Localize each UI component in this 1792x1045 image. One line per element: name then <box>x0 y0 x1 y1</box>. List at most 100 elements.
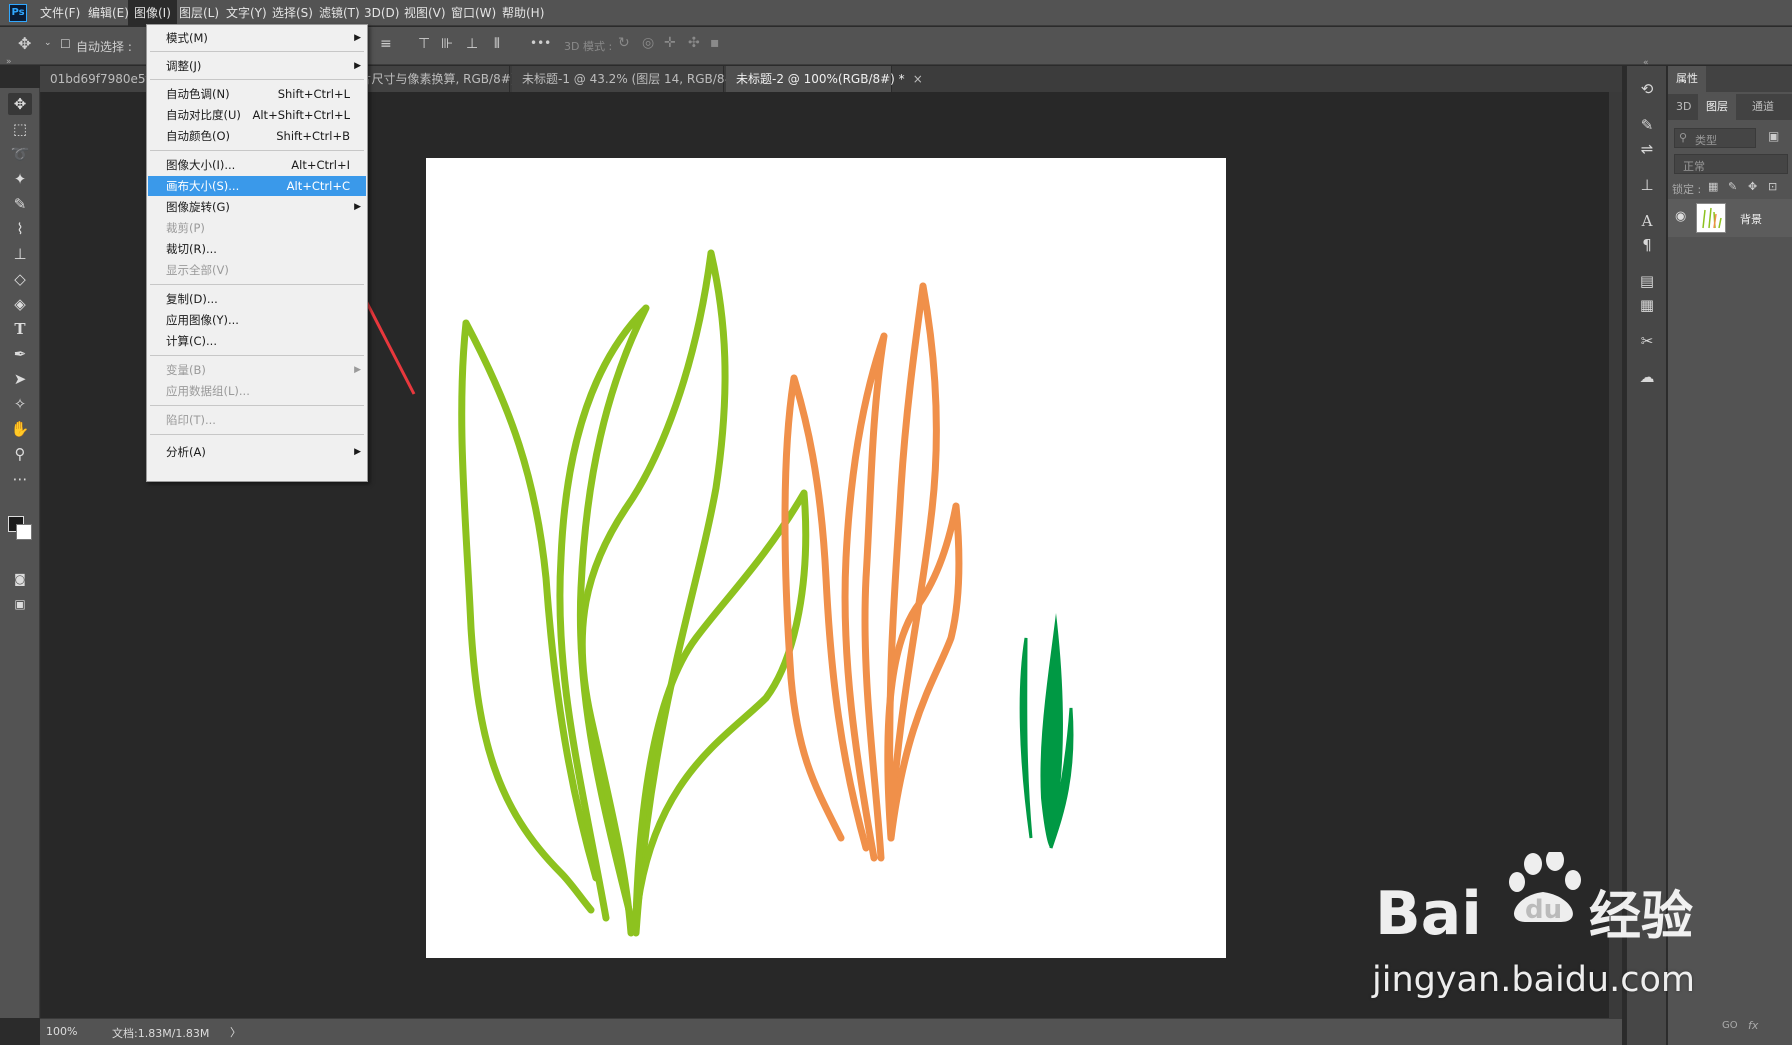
menu-edit[interactable]: 编辑(E) <box>82 0 135 26</box>
paint-bucket-icon[interactable]: ◈ <box>8 293 32 315</box>
stamp-icon[interactable]: ⊥ <box>8 243 32 265</box>
eyedropper-icon[interactable]: ✎ <box>8 193 32 215</box>
menu-item-reveal-all[interactable]: 显示全部(V) <box>148 260 366 280</box>
distribute-top-icon[interactable]: ⊤ <box>418 36 430 52</box>
lock-pixels-icon[interactable]: ✎ <box>1728 180 1737 193</box>
3d-camera-icon[interactable]: ▪ <box>710 35 720 51</box>
layer-filter-select[interactable]: ⚲ 类型 <box>1674 128 1756 148</box>
menu-item-apply-image[interactable]: 应用图像(Y)... <box>148 310 366 330</box>
menu-item-adjustments[interactable]: 调整(J) ▶ <box>148 56 366 76</box>
paragraph-icon[interactable]: ¶ <box>1635 234 1659 256</box>
tab-doc-1[interactable]: 01bd69f7980e5f... <box>40 66 150 92</box>
document-canvas[interactable] <box>426 158 1226 958</box>
menu-select[interactable]: 选择(S) <box>266 0 319 26</box>
menu-item-analysis[interactable]: 分析(A) ▶ <box>148 442 366 462</box>
tab-properties[interactable]: 属性 <box>1668 66 1706 92</box>
layer-row-background[interactable]: ◉ 背景 <box>1668 199 1792 237</box>
menu-item-image-size[interactable]: 图像大小(I)... Alt+Ctrl+I <box>148 155 366 175</box>
filter-image-icon[interactable]: ▣ <box>1768 129 1779 143</box>
menu-item-apply-data-set[interactable]: 应用数据组(L)... <box>148 381 366 401</box>
path-select-icon[interactable]: ➤ <box>8 368 32 390</box>
background-color-swatch[interactable] <box>16 524 32 540</box>
3d-pan-icon[interactable]: ✛ <box>664 35 676 51</box>
menu-item-auto-color[interactable]: 自动颜色(O) Shift+Ctrl+B <box>148 126 366 146</box>
link-layers-icon[interactable]: GO <box>1722 1020 1738 1031</box>
tab-3d[interactable]: 3D <box>1668 94 1699 120</box>
tab-doc-4-active[interactable]: 未标题-2 @ 100%(RGB/8#) * × <box>726 66 923 92</box>
history-icon[interactable]: ⟲ <box>1635 78 1659 100</box>
marquee-icon[interactable]: ⬚ <box>8 118 32 140</box>
tab-layers[interactable]: 图层 <box>1698 94 1736 120</box>
screen-mode-icon[interactable]: ▣ <box>8 593 32 615</box>
more-options-icon[interactable]: ••• <box>530 36 551 50</box>
visibility-eye-icon[interactable]: ◉ <box>1675 209 1686 224</box>
menu-item-variables[interactable]: 变量(B) ▶ <box>148 360 366 380</box>
distribute-middle-icon[interactable]: ⊪ <box>441 36 453 52</box>
pen-icon[interactable]: ✒ <box>8 343 32 365</box>
distribute-horizontal-icon[interactable]: ⫴ <box>494 36 500 52</box>
menu-item-image-rotation[interactable]: 图像旋转(G) ▶ <box>148 197 366 217</box>
move-icon[interactable]: ✥ <box>8 93 32 115</box>
brushes-icon[interactable]: ⇌ <box>1635 138 1659 160</box>
chevron-down-icon[interactable]: ⌄ <box>44 38 52 48</box>
layer-name[interactable]: 背景 <box>1740 211 1762 227</box>
3d-mode-label: 3D 模式 : <box>564 40 613 53</box>
fx-icon[interactable]: fx <box>1748 1019 1758 1032</box>
character-styles-icon[interactable]: ▤ <box>1635 270 1659 292</box>
menu-item-canvas-size[interactable]: 画布大小(S)... Alt+Ctrl+C <box>148 176 366 196</box>
menu-item-auto-contrast[interactable]: 自动对比度(U) Alt+Shift+Ctrl+L <box>148 105 366 125</box>
magic-wand-icon[interactable]: ✦ <box>8 168 32 190</box>
move-tool-preset-icon[interactable]: ✥ <box>18 34 31 53</box>
menu-item-trap[interactable]: 陷印(T)... <box>148 410 366 430</box>
quick-mask-icon[interactable]: ◙ <box>8 568 32 590</box>
logo-text-du: du <box>1525 895 1562 925</box>
tab-doc-3[interactable]: 未标题-1 @ 43.2% (图层 14, RGB/8#) *× <box>512 66 767 92</box>
lock-transparent-icon[interactable]: ▦ <box>1708 180 1718 193</box>
menu-item-trim[interactable]: 裁切(R)... <box>148 239 366 259</box>
lock-artboard-icon[interactable]: ⊡ <box>1768 180 1777 193</box>
menu-item-duplicate[interactable]: 复制(D)... <box>148 289 366 309</box>
paragraph-styles-icon[interactable]: ▦ <box>1635 294 1659 316</box>
lock-label: 锁定 : <box>1672 183 1702 196</box>
3d-roll-icon[interactable]: ◎ <box>642 35 654 51</box>
type-icon[interactable]: T <box>8 318 32 340</box>
menu-item-auto-tone[interactable]: 自动色调(N) Shift+Ctrl+L <box>148 84 366 104</box>
menu-image[interactable]: 图像(I) <box>128 0 177 26</box>
character-icon[interactable]: A <box>1635 210 1659 232</box>
creative-cloud-icon[interactable]: ☁ <box>1635 366 1659 388</box>
zoom-icon[interactable]: ⚲ <box>8 443 32 465</box>
clone-source-icon[interactable]: ⊥ <box>1635 174 1659 196</box>
tools-panel: ✥ ⬚ ➰ ✦ ✎ ⌇ ⊥ ◇ ◈ T ✒ ➤ ✧ ✋ ⚲ ⋯ ◙ ▣ <box>0 88 40 1018</box>
3d-orbit-icon[interactable]: ↻ <box>618 35 630 51</box>
blend-mode-select[interactable]: 正常 <box>1674 154 1788 174</box>
auto-select-checkbox[interactable]: ☐ <box>60 37 71 51</box>
menu-item-calculations[interactable]: 计算(C)... <box>148 331 366 351</box>
align-top-icon[interactable]: ≡ <box>380 36 392 52</box>
close-tab-icon[interactable]: × <box>913 72 923 86</box>
collapse-toolbar-icon[interactable]: » <box>6 57 12 67</box>
menu-window[interactable]: 窗口(W) <box>445 0 502 26</box>
tools-preset-icon[interactable]: ✂ <box>1635 330 1659 352</box>
zoom-level[interactable]: 100% <box>46 1025 77 1038</box>
menu-type[interactable]: 文字(Y) <box>220 0 273 26</box>
document-size: 文档:1.83M/1.83M <box>112 1027 210 1040</box>
status-arrow-icon[interactable]: 〉 <box>230 1024 241 1040</box>
menu-item-mode[interactable]: 模式(M) ▶ <box>148 28 366 48</box>
collapse-panels-icon[interactable]: « <box>1643 58 1649 68</box>
menu-view[interactable]: 视图(V) <box>398 0 452 26</box>
3d-slide-icon[interactable]: ✣ <box>688 35 700 51</box>
menu-item-crop[interactable]: 裁剪(P) <box>148 218 366 238</box>
lasso-icon[interactable]: ➰ <box>8 143 32 165</box>
menu-file[interactable]: 文件(F) <box>34 0 86 26</box>
distribute-bottom-icon[interactable]: ⊥ <box>466 36 478 52</box>
shape-icon[interactable]: ✧ <box>8 393 32 415</box>
brush-icon[interactable]: ⌇ <box>8 218 32 240</box>
eraser-icon[interactable]: ◇ <box>8 268 32 290</box>
hand-icon[interactable]: ✋ <box>8 418 32 440</box>
lock-position-icon[interactable]: ✥ <box>1748 180 1757 193</box>
more-tools-icon[interactable]: ⋯ <box>8 468 32 490</box>
brush-settings-icon[interactable]: ✎ <box>1635 114 1659 136</box>
menu-help[interactable]: 帮助(H) <box>496 0 550 26</box>
tab-channels[interactable]: 通道 <box>1744 94 1782 120</box>
menu-layer[interactable]: 图层(L) <box>173 0 225 26</box>
